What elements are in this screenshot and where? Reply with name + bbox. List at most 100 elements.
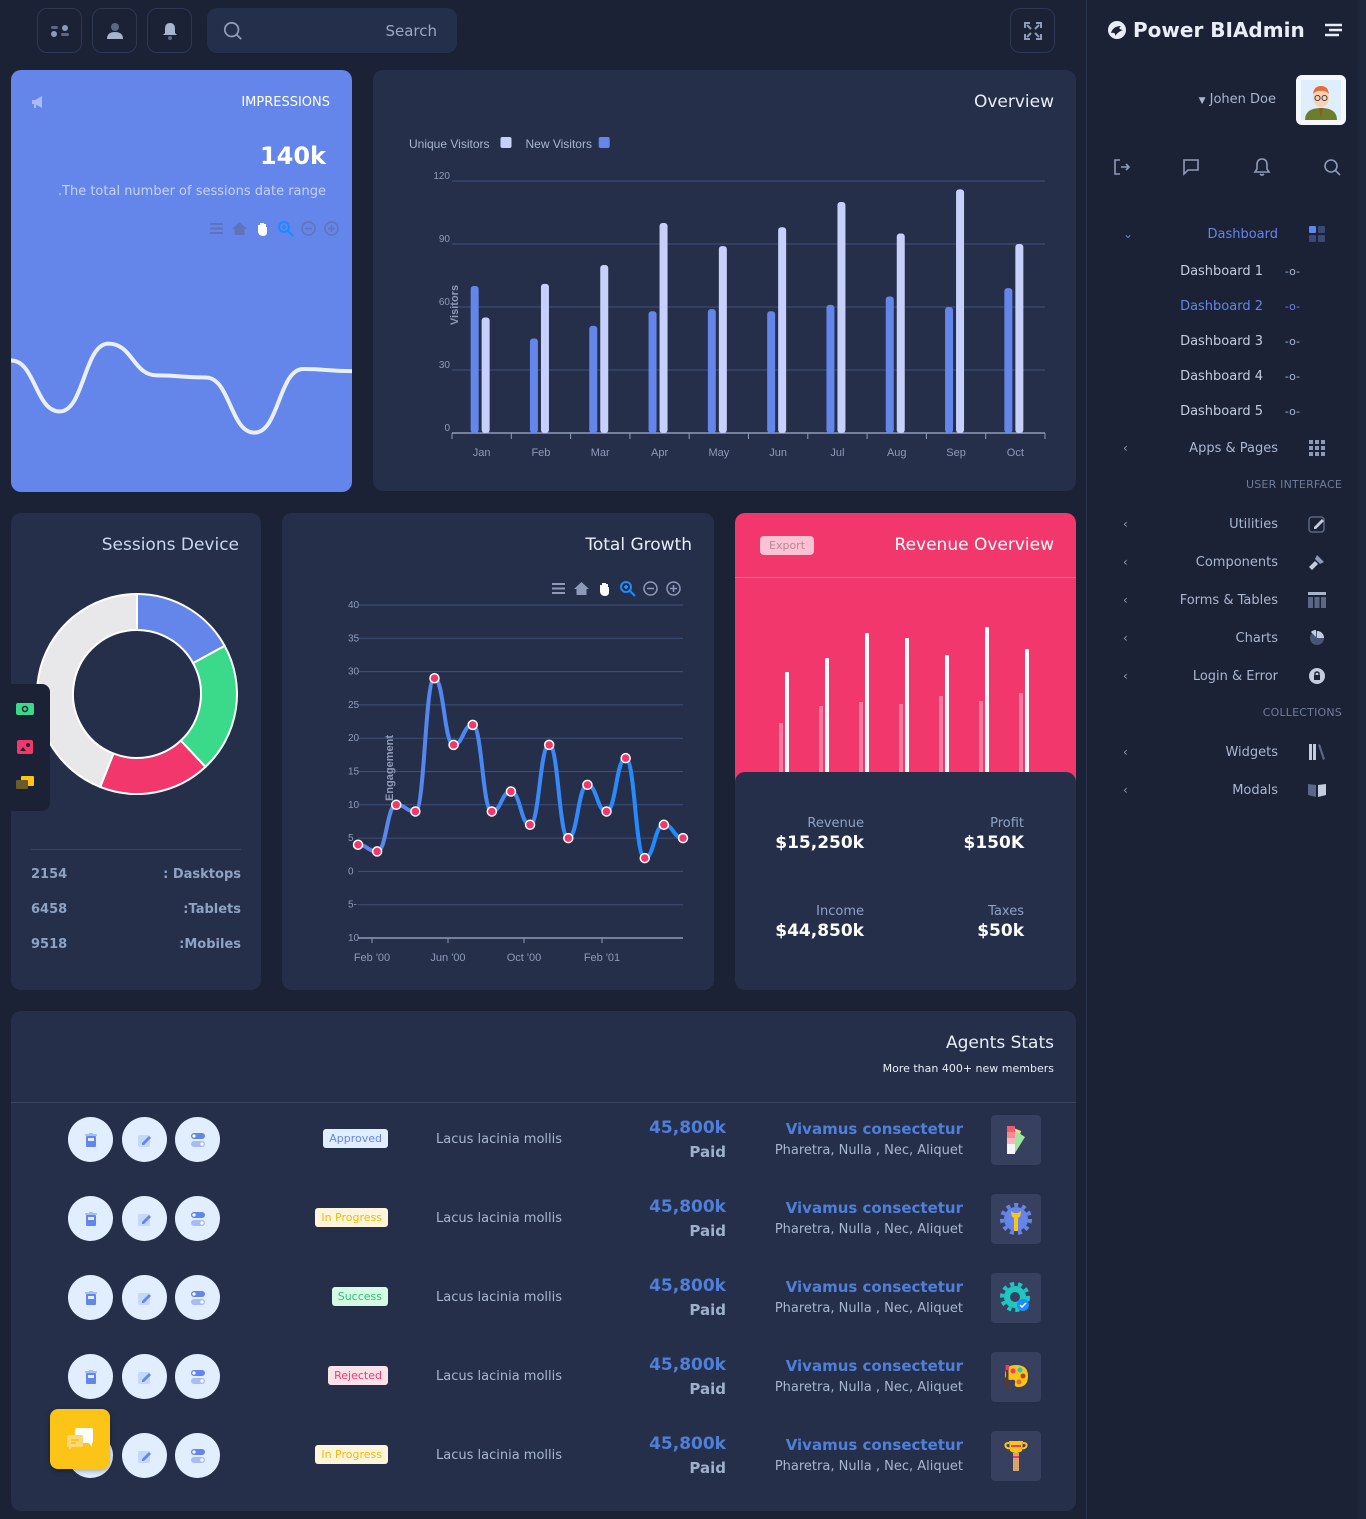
- chat-button[interactable]: [50, 1409, 110, 1469]
- fullscreen-button[interactable]: [1010, 8, 1055, 53]
- money-icon[interactable]: [16, 703, 34, 715]
- menu-icon[interactable]: [208, 220, 225, 237]
- sidebar-item-dashboard-4[interactable]: Dashboard 4 -o-: [1087, 363, 1357, 393]
- edit-button[interactable]: [122, 1354, 167, 1399]
- paid-label: Paid: [689, 1459, 726, 1477]
- x-tick-label: Oct: [1007, 447, 1024, 459]
- edit-icon: [137, 1371, 151, 1384]
- row-title[interactable]: Vivamus consectetur: [775, 1278, 963, 1296]
- sidebar-item-forms-tables[interactable]: ‹ Forms & Tables: [1087, 585, 1357, 615]
- toggle-button[interactable]: [175, 1196, 220, 1241]
- x-tick-label: Jan: [473, 447, 491, 459]
- top-bar: [0, 0, 1086, 64]
- y-tick-label: 30: [348, 667, 360, 678]
- chat-icon[interactable]: [16, 776, 34, 790]
- bar-unique-visitors: [778, 227, 787, 433]
- search-icon[interactable]: [1323, 158, 1341, 176]
- y-tick-label: 90: [439, 234, 451, 245]
- sidebar-item-utilities[interactable]: ‹ Utilities: [1087, 509, 1357, 539]
- y-tick-label: 10: [348, 800, 360, 811]
- logout-icon[interactable]: [1113, 158, 1131, 176]
- paid-label: Paid: [689, 1380, 726, 1398]
- y-tick-label: 15: [348, 767, 360, 778]
- row-amount: 45,800k Paid: [649, 1276, 726, 1319]
- sidebar-item-widgets[interactable]: ‹ Widgets: [1087, 737, 1357, 767]
- sidebar-item-components[interactable]: ‹ Components: [1087, 547, 1357, 577]
- agents-subtitle: More than 400+ new members: [882, 1062, 1054, 1075]
- avatar-illustration: [1301, 80, 1341, 120]
- sidebar-item-apps-pages[interactable]: ‹ Apps & Pages: [1087, 433, 1357, 463]
- legend-swatch: [598, 137, 610, 148]
- apps-button[interactable]: [37, 8, 82, 53]
- toggle-button[interactable]: [175, 1117, 220, 1162]
- home-icon[interactable]: [231, 220, 248, 237]
- table-icon: [1307, 590, 1327, 610]
- status-badge: Approved: [323, 1129, 388, 1148]
- divider: [31, 849, 241, 850]
- toggle-icon: [190, 1448, 205, 1463]
- bar-new-visitors: [589, 325, 598, 433]
- table-row: In Progress Lacus lacinia mollis 45,800k Pa…: [11, 1424, 1076, 1494]
- pan-hand-icon[interactable]: [254, 220, 271, 237]
- notifications-button[interactable]: [147, 8, 192, 53]
- delete-button[interactable]: [68, 1196, 113, 1241]
- search-input[interactable]: [243, 21, 437, 40]
- chevron-left-icon: ‹: [1123, 593, 1128, 607]
- bar-unique-visitors: [837, 202, 846, 433]
- delete-button[interactable]: [68, 1275, 113, 1320]
- sidebar-item-charts[interactable]: ‹ Charts: [1087, 623, 1357, 653]
- revenue-bar-secondary: [939, 696, 943, 783]
- x-tick-label: Jun: [769, 447, 787, 459]
- zoom-in-icon[interactable]: [277, 220, 294, 237]
- data-point: [639, 852, 651, 864]
- bell-icon[interactable]: [1253, 157, 1271, 177]
- sidebar-item-dashboard-1[interactable]: Dashboard 1 -o-: [1087, 258, 1357, 288]
- row-title[interactable]: Vivamus consectetur: [775, 1199, 963, 1217]
- delete-button[interactable]: [68, 1354, 113, 1399]
- row-title[interactable]: Vivamus consectetur: [775, 1436, 963, 1454]
- y-tick-label: 10-: [348, 933, 362, 944]
- revenue-bar-primary: [865, 633, 869, 783]
- bar-unique-visitors: [896, 233, 905, 433]
- brand-logo[interactable]: Power BIAdmin: [1107, 18, 1305, 42]
- sidebar-item-dashboard[interactable]: ⌄ Dashboard: [1087, 219, 1357, 249]
- hamburger-menu-icon[interactable]: [1325, 23, 1342, 39]
- legend-swatch: [500, 137, 512, 148]
- sidebar-item-login-error[interactable]: ‹ Login & Error: [1087, 661, 1357, 691]
- image-icon[interactable]: [17, 740, 33, 754]
- toggle-button[interactable]: [175, 1275, 220, 1320]
- pie-chart-icon: [1307, 628, 1327, 648]
- chevron-left-icon: ‹: [1123, 517, 1128, 531]
- edit-button[interactable]: [122, 1196, 167, 1241]
- revenue-bar-primary: [785, 672, 789, 783]
- revenue-stats-panel: Revenue $15,250k Profit $150K Income $44…: [735, 772, 1076, 990]
- toggle-button[interactable]: [175, 1433, 220, 1478]
- profit-stat: Profit $150K: [964, 816, 1025, 853]
- sidebar-scrollbar[interactable]: [1358, 0, 1366, 1519]
- row-title[interactable]: Vivamus consectetur: [775, 1120, 963, 1138]
- bell-icon: [162, 22, 177, 40]
- edit-button[interactable]: [122, 1275, 167, 1320]
- delete-button[interactable]: [68, 1117, 113, 1162]
- session-value: 6458: [31, 902, 68, 917]
- row-title[interactable]: Vivamus consectetur: [775, 1357, 963, 1375]
- impressions-subtitle: .The total number of sessions date range: [57, 184, 326, 199]
- sidebar-item-dashboard-3[interactable]: Dashboard 3 -o-: [1087, 328, 1357, 358]
- sidebar-item-dashboard-2[interactable]: Dashboard 2 -o-: [1087, 293, 1357, 323]
- edit-button[interactable]: [122, 1117, 167, 1162]
- avatar[interactable]: [1296, 75, 1346, 125]
- zoom-out-icon[interactable]: [300, 220, 317, 237]
- section-label-ui: USER INTERFACE: [1246, 478, 1342, 491]
- row-amount: 45,800k Paid: [649, 1197, 726, 1240]
- bullet-icon: -o-: [1284, 335, 1300, 348]
- sidebar-item-dashboard-5[interactable]: Dashboard 5 -o-: [1087, 398, 1357, 428]
- sidebar-item-modals[interactable]: ‹ Modals: [1087, 775, 1357, 805]
- zoom-reset-icon[interactable]: [323, 220, 340, 237]
- edit-button[interactable]: [122, 1433, 167, 1478]
- amount-value: 45,800k: [649, 1118, 726, 1138]
- toggle-button[interactable]: [175, 1354, 220, 1399]
- user-dropdown[interactable]: ▼ Johen Doe: [1199, 92, 1276, 107]
- profile-button[interactable]: [92, 8, 137, 53]
- stat-label: Revenue: [807, 816, 864, 831]
- message-icon[interactable]: [1182, 158, 1200, 176]
